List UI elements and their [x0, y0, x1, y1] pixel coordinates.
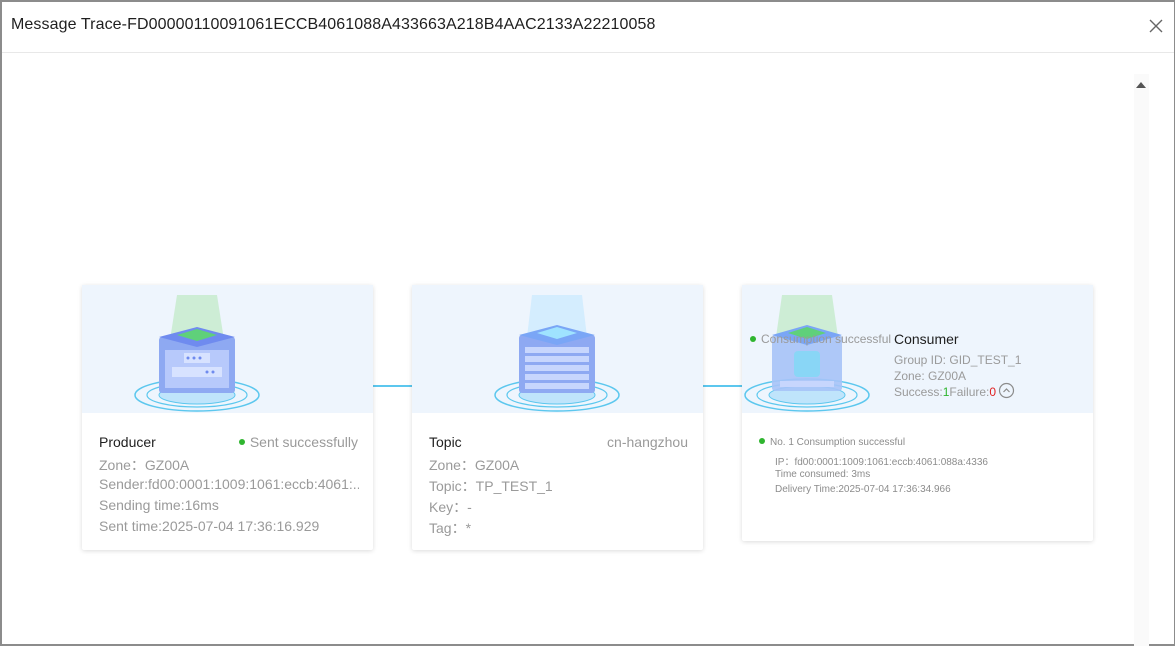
topic-card-illustration-area	[412, 285, 703, 413]
topic-name: Topic：TP_TEST_1	[429, 478, 553, 494]
topic-region: cn-hangzhou	[607, 434, 688, 450]
consumption-record-status: No. 1 Consumption successful	[759, 437, 905, 448]
consumer-zone: Zone: GZ00A	[894, 369, 967, 383]
consumer-group-id: Group ID: GID_TEST_1	[894, 353, 1022, 367]
vertical-scrollbar[interactable]	[1134, 74, 1149, 646]
scroll-up-arrow-icon[interactable]	[1136, 82, 1146, 88]
success-dot	[750, 335, 756, 342]
producer-server-icon	[134, 295, 260, 412]
topic-card: Topic cn-hangzhou Zone：GZ00A Topic：TP_TE…	[412, 285, 703, 550]
topic-key: Key：-	[429, 499, 472, 515]
consumer-status-overlay-text: Consumption successful	[761, 332, 892, 346]
consumer-success-failure: Success:1Failure:0	[894, 385, 996, 399]
consumer-card-illustration-area: Consumption successful Consumer Group ID…	[742, 285, 1093, 413]
consumer-title: Consumer	[894, 331, 959, 347]
success-dot	[759, 438, 765, 445]
success-dot	[238, 439, 245, 446]
producer-sending-time: Sending time:16ms	[99, 497, 219, 513]
dialog-header: Message Trace-FD00000110091061ECCB406108…	[2, 2, 1174, 53]
consumption-record-delivery-time: Delivery Time:2025-07-04 17:36:34.966	[775, 484, 951, 495]
producer-sent-time: Sent time:2025-07-04 17:36:16.929	[99, 518, 320, 534]
producer-title: Producer	[99, 434, 156, 450]
topic-tag: Tag：*	[429, 520, 472, 536]
topic-title: Topic	[429, 434, 462, 450]
producer-card-illustration-area	[82, 285, 373, 413]
producer-card: Producer Sent successfully Zone：GZ00A Se…	[82, 285, 373, 550]
dialog-title: Message Trace-FD00000110091061ECCB406108…	[11, 16, 656, 33]
producer-sender: Sender:fd00:0001:1009:1061:eccb:4061:...	[99, 476, 359, 492]
consumption-record-ip: IP：fd00:0001:1009:1061:eccb:4061:088a:43…	[775, 457, 988, 468]
topic-server-icon	[494, 295, 620, 412]
collapse-up-icon[interactable]	[998, 382, 1015, 399]
consumption-record-status-text: No. 1 Consumption successful	[770, 437, 906, 448]
success-label: Success:	[894, 385, 943, 399]
producer-zone: Zone：GZ00A	[99, 457, 190, 473]
consumer-status-overlay: Consumption successful	[750, 332, 891, 346]
close-button[interactable]	[1146, 16, 1166, 36]
topic-zone: Zone：GZ00A	[429, 457, 520, 473]
close-icon	[1149, 19, 1163, 33]
failure-count: 0	[989, 385, 997, 399]
consumer-card: Consumption successful Consumer Group ID…	[742, 285, 1093, 541]
failure-label: Failure:	[949, 385, 990, 399]
producer-status: Sent successfully	[238, 434, 358, 450]
consumer-server-icon	[744, 295, 870, 412]
message-trace-dialog: Message Trace-FD00000110091061ECCB406108…	[0, 0, 1175, 646]
consumption-record-time-consumed: Time consumed: 3ms	[775, 469, 871, 480]
producer-status-text: Sent successfully	[249, 434, 358, 450]
